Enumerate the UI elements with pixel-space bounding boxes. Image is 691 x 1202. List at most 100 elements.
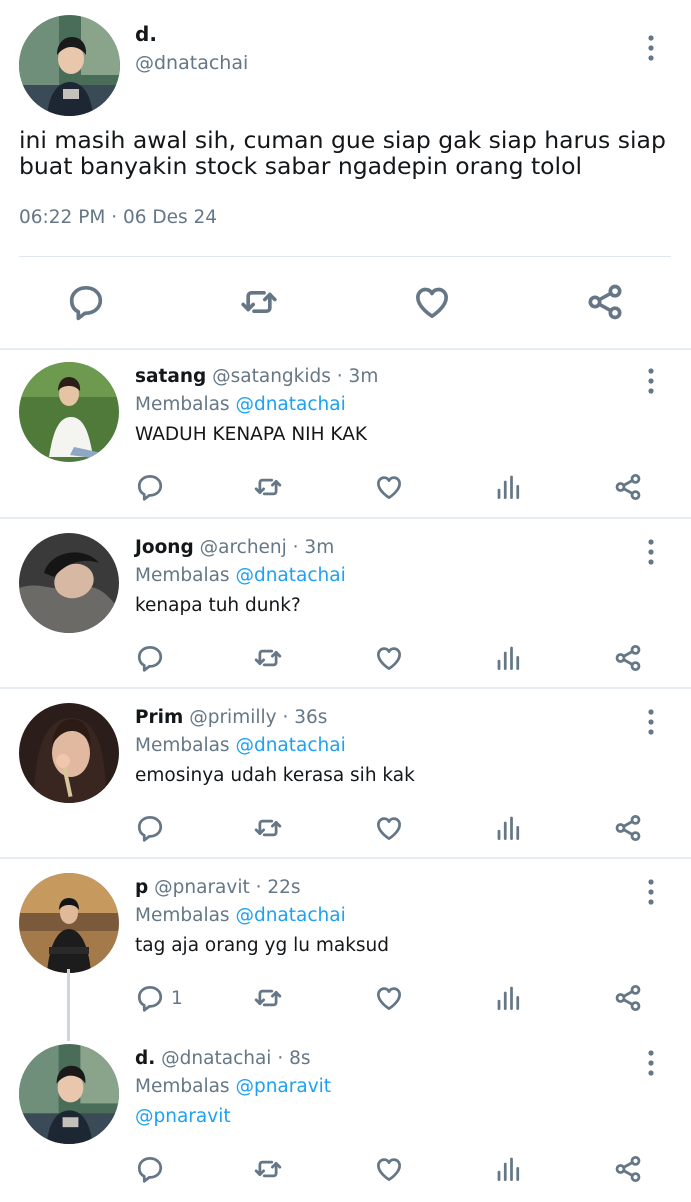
replying-mention[interactable]: @dnatachai	[235, 394, 345, 415]
share-button[interactable]	[613, 1154, 643, 1186]
reply-button[interactable]	[135, 643, 171, 675]
reply-header: d. @dnatachai · 8s	[135, 1048, 311, 1069]
reply-text[interactable]: @pnaravit	[135, 1106, 231, 1127]
like-button[interactable]	[374, 643, 404, 675]
retweet-icon[interactable]	[239, 282, 279, 322]
reply-button[interactable]	[135, 813, 171, 845]
separator	[0, 517, 691, 519]
reply-handle-time[interactable]: @pnaravit · 22s	[154, 877, 300, 898]
reply-handle-time[interactable]: @archenj · 3m	[200, 537, 335, 558]
more-options-icon[interactable]	[641, 708, 661, 736]
share-button[interactable]	[613, 643, 643, 675]
stats-button[interactable]	[494, 1154, 524, 1186]
author-name[interactable]: d.	[135, 22, 157, 46]
reply-author-name[interactable]: p	[135, 877, 148, 898]
stats-icon	[494, 813, 524, 843]
like-button[interactable]	[374, 472, 404, 504]
tweet-text: ini masih awal sih, cuman gue siap gak s…	[19, 126, 666, 180]
retweet-icon	[253, 1154, 283, 1184]
reply-author-name[interactable]: d.	[135, 1048, 155, 1069]
reply-header: satang @satangkids · 3m	[135, 366, 378, 387]
stats-icon	[494, 983, 524, 1013]
more-options-icon[interactable]	[641, 367, 661, 395]
avatar[interactable]	[19, 533, 119, 633]
like-icon	[374, 1154, 404, 1184]
reply-button[interactable]	[135, 1154, 171, 1186]
avatar[interactable]	[19, 1044, 119, 1144]
like-button[interactable]	[374, 813, 404, 845]
more-options-icon[interactable]	[641, 34, 661, 62]
like-icon	[374, 643, 404, 673]
replying-label: Membalas	[135, 735, 236, 756]
retweet-icon	[253, 643, 283, 673]
replying-label: Membalas	[135, 565, 236, 586]
reply-author-name[interactable]: Joong	[135, 537, 194, 558]
reply-author-name[interactable]: satang	[135, 366, 206, 387]
retweet-button[interactable]	[253, 1154, 283, 1186]
share-button[interactable]	[613, 983, 643, 1015]
stats-icon	[494, 1154, 524, 1184]
retweet-button[interactable]	[253, 813, 283, 845]
like-button[interactable]	[374, 983, 404, 1015]
more-options-icon[interactable]	[641, 1049, 661, 1077]
replying-to: Membalas @dnatachai	[135, 565, 346, 586]
replying-to: Membalas @pnaravit	[135, 1076, 331, 1097]
like-button[interactable]	[374, 1154, 404, 1186]
reply-icon	[135, 1154, 165, 1184]
tweet-timestamp[interactable]: 06:22 PM · 06 Des 24	[19, 207, 217, 228]
reply-tweet[interactable]: p @pnaravit · 22s Membalas @dnatachai ta…	[0, 861, 691, 1031]
reply-button[interactable]	[135, 472, 171, 504]
like-icon[interactable]	[412, 282, 452, 322]
reply-author-name[interactable]: Prim	[135, 707, 183, 728]
reply-tweet[interactable]: satang @satangkids · 3m Membalas @dnatac…	[0, 350, 691, 520]
stats-icon	[494, 643, 524, 673]
reply-handle-time[interactable]: @satangkids · 3m	[212, 366, 378, 387]
reply-tweet[interactable]: d. @dnatachai · 8s Membalas @pnaravit @p…	[0, 1032, 691, 1202]
author-handle[interactable]: @dnatachai	[135, 52, 248, 74]
avatar[interactable]	[19, 15, 120, 116]
retweet-button[interactable]	[253, 472, 283, 504]
retweet-icon	[253, 813, 283, 843]
stats-button[interactable]	[494, 813, 524, 845]
avatar[interactable]	[19, 362, 119, 462]
reply-count: 1	[171, 987, 183, 1009]
share-icon[interactable]	[585, 282, 625, 322]
reply-handle-time[interactable]: @dnatachai · 8s	[161, 1048, 310, 1069]
stats-button[interactable]	[494, 472, 524, 504]
reply-tweet[interactable]: Joong @archenj · 3m Membalas @dnatachai …	[0, 521, 691, 691]
share-button[interactable]	[613, 813, 643, 845]
retweet-button[interactable]	[253, 983, 283, 1015]
reply-text: WADUH KENAPA NIH KAK	[135, 424, 368, 445]
reply-button[interactable]: 1	[135, 983, 183, 1015]
avatar[interactable]	[19, 703, 119, 803]
stats-button[interactable]	[494, 983, 524, 1015]
reply-header: p @pnaravit · 22s	[135, 877, 301, 898]
reply-text: tag aja orang yg lu maksud	[135, 935, 390, 956]
reply-header: Prim @primilly · 36s	[135, 707, 327, 728]
reply-icon[interactable]	[66, 282, 106, 322]
reply-handle-time[interactable]: @primilly · 36s	[189, 707, 327, 728]
avatar[interactable]	[19, 873, 119, 973]
replying-mention[interactable]: @dnatachai	[235, 565, 345, 586]
stats-icon	[494, 472, 524, 502]
share-icon	[613, 983, 643, 1013]
replying-mention[interactable]: @dnatachai	[235, 905, 345, 926]
reply-icon	[135, 983, 165, 1013]
share-icon	[613, 643, 643, 673]
replying-mention[interactable]: @dnatachai	[235, 735, 345, 756]
replying-mention[interactable]: @pnaravit	[235, 1076, 331, 1097]
share-button[interactable]	[613, 472, 643, 504]
replying-to: Membalas @dnatachai	[135, 735, 346, 756]
more-options-icon[interactable]	[641, 538, 661, 566]
retweet-button[interactable]	[253, 643, 283, 675]
share-icon	[613, 813, 643, 843]
more-options-icon[interactable]	[641, 878, 661, 906]
stats-button[interactable]	[494, 643, 524, 675]
divider	[19, 256, 671, 257]
like-icon	[374, 472, 404, 502]
reply-text: emosinya udah kerasa sih kak	[135, 765, 415, 786]
reply-text: kenapa tuh dunk?	[135, 595, 301, 616]
retweet-icon	[253, 472, 283, 502]
thread-connector	[67, 969, 70, 1041]
reply-tweet[interactable]: Prim @primilly · 36s Membalas @dnatachai…	[0, 691, 691, 861]
